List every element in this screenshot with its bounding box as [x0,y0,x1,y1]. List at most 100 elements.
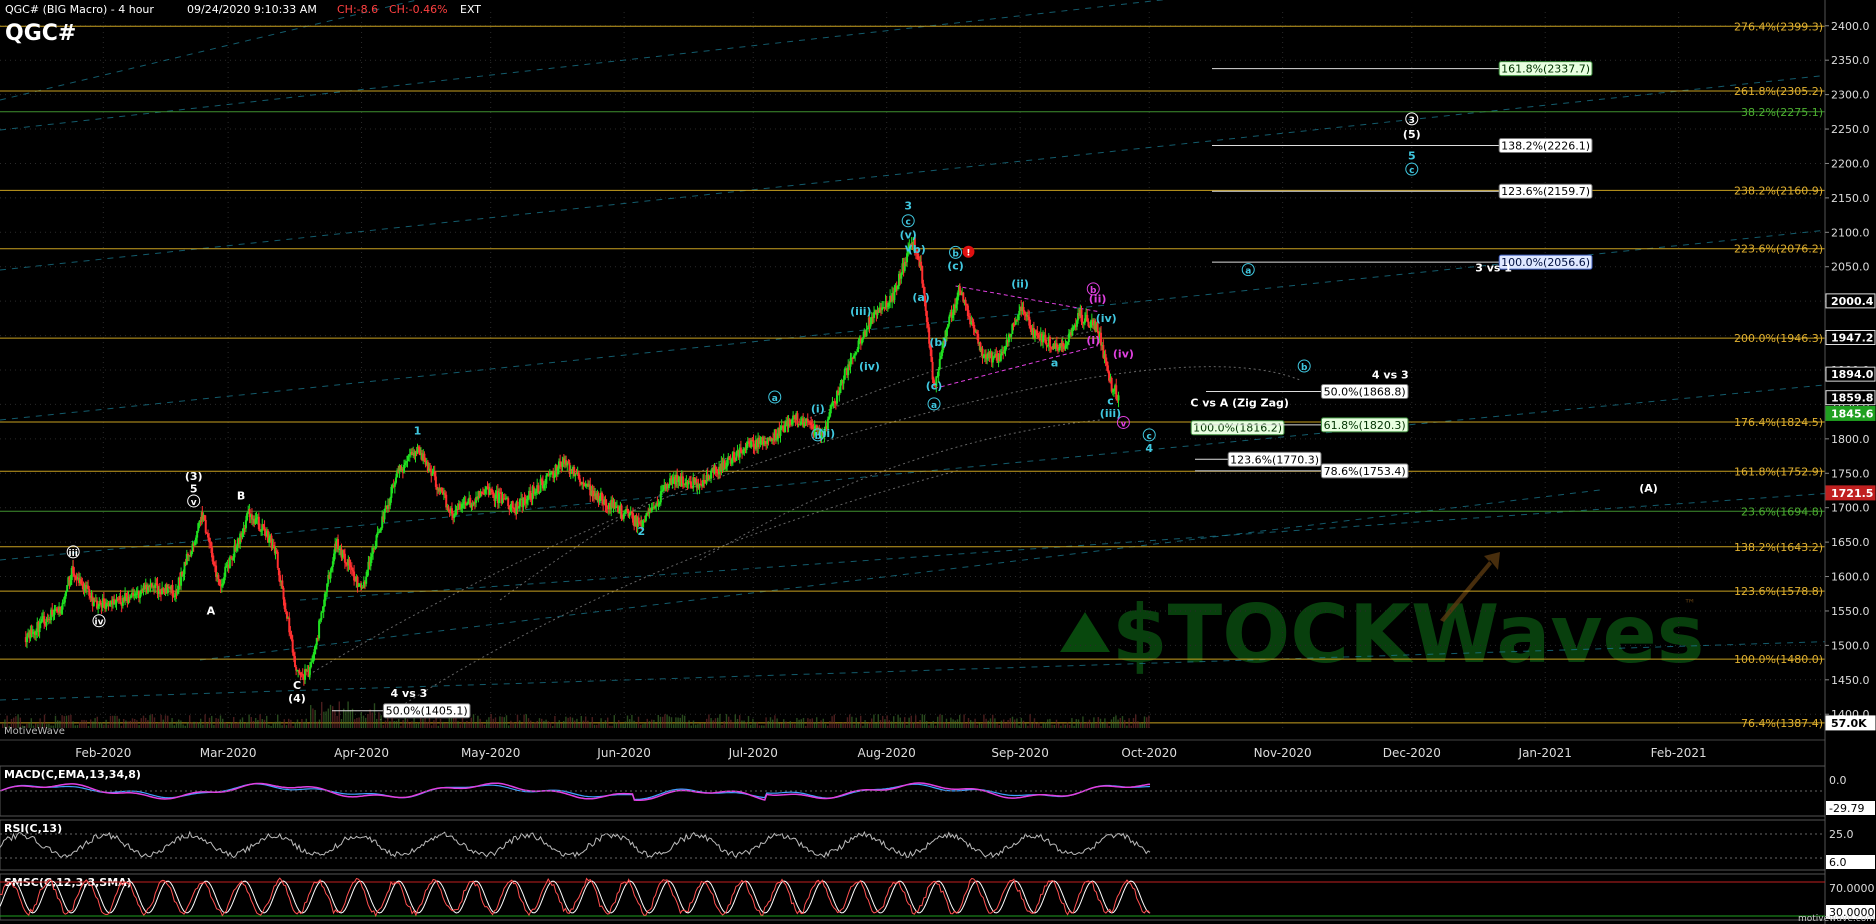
volume-bar-160 [354,719,356,728]
volume-bar-70 [156,724,158,728]
volume-bar-157 [347,701,349,728]
volume-bar-112 [248,714,250,728]
volume-bar-371 [818,724,820,728]
volume-bar-479 [1055,719,1058,728]
wave-label-19: (ii) [818,427,836,440]
volume-bar-108 [239,719,241,728]
candle-body-951 [1096,323,1099,332]
volume-bar-45 [101,722,103,728]
volume-bar-411 [906,724,908,728]
volume-bar-452 [996,723,998,728]
volume-bar-266 [587,720,589,728]
volume-bar-349 [769,717,772,728]
volume-bar-306 [675,717,677,728]
volume-bar-43 [96,716,98,728]
volume-bar-322 [710,718,712,728]
volume-bar-121 [268,724,270,728]
volume-bar-460 [1014,719,1016,728]
candle-body-794 [920,261,923,266]
volume-bar-38 [85,720,87,728]
volume-bar-153 [338,701,340,728]
price-tick-label-4: 1600.0 [1831,571,1870,584]
candle-body-427 [507,498,510,506]
watermark-brand: $TOCKWaves [1112,588,1704,681]
volume-bar-431 [950,717,952,728]
wave-label-23: (b) [929,336,947,349]
volume-bar-124 [274,721,277,728]
volume-bar-225 [497,722,499,728]
volume-bar-176 [389,721,391,728]
volume-bar-269 [593,724,596,728]
indicator-panels-layer: MACD(C,EMA,13,34,8) 0.0 -29.79 RSI(C,13) 25.… [0,765,1875,921]
volume-bar-281 [620,723,622,728]
volume-bar-252 [556,722,558,728]
volume-bar-247 [545,719,547,728]
volume-bar-127 [281,725,283,728]
volume-bar-191 [422,718,424,728]
indicator-panel-1 [0,819,1826,871]
price-tick-label-1: 1450.0 [1831,674,1870,687]
projection-label-9: 50.0%(1405.1) [386,705,468,718]
volume-bar-317 [699,723,701,728]
volume-bar-389 [857,723,860,728]
volume-bar-139 [307,723,310,728]
chart-canvas: $TOCKWaves™ 276.4%(2399.3) 261.8%(2305.2)… [0,0,1876,924]
volume-bar-448 [987,720,989,728]
volume-bar-34 [76,725,79,728]
volume-bar-155 [343,708,345,728]
volume-bar-450 [992,714,994,728]
fib-label-10: 76.4%(1387.4) [1741,717,1823,730]
month-label-0: Feb-2020 [75,746,131,760]
volume-bar-345 [761,725,763,728]
price-tick-label-17: 2250.0 [1831,123,1870,136]
annotation-0: 3 vs 1 [1475,262,1512,275]
volume-bar-179 [395,720,398,728]
volume-bar-474 [1044,722,1047,728]
wave-label-34: b [1301,363,1308,373]
volume-bar-390 [860,715,862,728]
volume-bar-49 [109,715,112,728]
header-datetime: 09/24/2020 9:10:33 AM [187,3,317,16]
volume-bar-424 [934,725,937,728]
volume-bar-296 [653,719,655,728]
volume-bar-107 [237,722,239,728]
volume-bar-519 [1143,716,1146,728]
volume-bar-324 [714,718,717,728]
candle-body-181 [228,557,231,569]
volume-bar-341 [752,718,754,728]
volume-bar-377 [831,716,833,728]
fib-label-4: 200.0%(1946.3) [1734,332,1823,345]
volume-bar-71 [158,722,160,728]
indicator-name-0: MACD(C,EMA,13,34,8) [4,768,141,781]
volume-bar-260 [574,720,576,728]
volume-bar-120 [266,715,268,728]
volume-bar-494 [1088,719,1091,728]
volume-bar-361 [796,717,798,728]
volume-bar-292 [644,722,646,728]
volume-bar-476 [1049,718,1051,728]
annotation-3: 4 vs 3 [391,687,428,700]
volume-bar-237 [523,714,525,728]
volume-bar-375 [827,725,829,728]
month-label-1: Mar-2020 [200,746,257,760]
volume-bar-443 [976,724,978,728]
volume-bar-202 [446,724,448,728]
wave-label-5: C [293,679,301,692]
volume-bar-123 [272,722,274,728]
volume-bar-497 [1095,724,1097,728]
candle-body-550 [644,515,647,521]
volume-bar-93 [206,723,208,728]
volume-bar-407 [897,714,899,728]
month-label-11: Jan-2021 [1518,746,1572,760]
volume-bar-30 [68,715,70,728]
volume-bar-228 [503,717,505,728]
volume-bar-380 [838,723,840,728]
volume-bar-95 [211,715,213,728]
volume-bar-508 [1119,717,1121,728]
volume-bar-446 [983,714,985,728]
volume-bar-372 [820,720,822,728]
price-tag-label-5: 1721.5 [1831,487,1873,500]
candle-body-303 [365,576,368,584]
fib-label-7: 138.2%(1643.2) [1734,541,1823,554]
volume-bar-401 [884,719,886,728]
